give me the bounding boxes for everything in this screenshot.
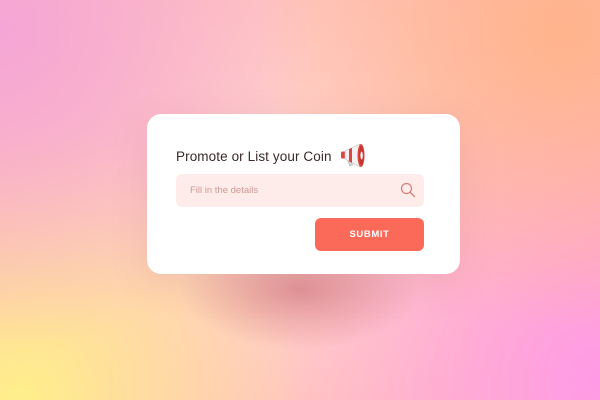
title-row: Promote or List your Coin [176, 140, 370, 172]
search-icon[interactable] [400, 182, 416, 198]
submit-button[interactable]: SUBMIT [315, 218, 424, 251]
card-title: Promote or List your Coin [176, 148, 332, 164]
promote-card: Promote or List your Coin SUBMIT [147, 114, 460, 274]
megaphone-icon [340, 143, 365, 168]
details-field[interactable] [176, 174, 424, 207]
details-input[interactable] [188, 184, 392, 197]
